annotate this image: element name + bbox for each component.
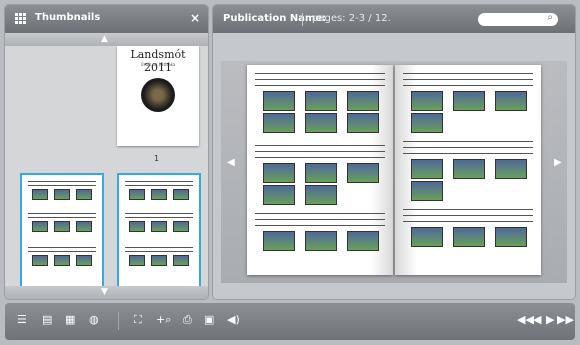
page-icon[interactable]: ▤	[42, 313, 52, 326]
pages-label: pages:	[312, 13, 346, 24]
search-input[interactable]: ⌕	[478, 12, 558, 26]
thumbnails-list: Landsmót 2011 Úrslit og Þátttaka 1	[5, 46, 208, 286]
thumbnail-page-2[interactable]	[20, 173, 104, 286]
scroll-up-button[interactable]: ▲	[5, 33, 208, 46]
thumbnail-table	[125, 247, 193, 271]
thumbnails-icon[interactable]: ▦	[65, 313, 75, 326]
book-area: ◀ ▶	[221, 61, 567, 283]
globe-icon[interactable]: ◍	[89, 313, 99, 326]
save-icon[interactable]: ▣	[204, 313, 214, 326]
thumbnails-panel: Thumbnails × ▲ Landsmót 2011 Úrslit og Þ…	[5, 5, 208, 299]
pages-current: 2-3	[348, 13, 366, 24]
pages-indicator: pages: 2-3 / 12.	[312, 13, 391, 24]
page-number-label: 1	[154, 154, 160, 163]
cover-title: Landsmót 2011	[130, 48, 186, 74]
viewer-header: Publication Name: pages: 2-3 / 12. ⌕	[213, 5, 575, 33]
previous-icon[interactable]: ◀	[533, 313, 541, 326]
print-icon[interactable]: ⎙	[183, 313, 192, 327]
scroll-down-button[interactable]: ▼	[5, 286, 208, 299]
last-icon[interactable]: ▶▶	[557, 313, 574, 326]
next-page-icon[interactable]: ▶	[554, 157, 562, 168]
sound-icon[interactable]: ◀)	[227, 313, 240, 326]
first-icon[interactable]: ◀◀	[517, 313, 534, 326]
fullscreen-icon[interactable]: ⛶	[134, 313, 142, 327]
thumbnail-table	[125, 213, 193, 237]
header-divider	[302, 13, 303, 26]
thumbnails-header: Thumbnails ×	[5, 5, 208, 33]
thumbnails-icon	[15, 13, 26, 24]
thumbnail-table	[28, 213, 96, 237]
cover-seal-image	[141, 78, 175, 112]
viewer-panel: Publication Name: pages: 2-3 / 12. ⌕ ◀ ▶	[213, 5, 575, 299]
cover-subtitle: Úrslit og Þátttaka	[140, 62, 176, 67]
pages-total: 12.	[374, 13, 391, 24]
arrow-down-icon: ▼	[101, 287, 108, 297]
pages-separator: /	[368, 13, 372, 24]
list-icon[interactable]: ☰	[17, 313, 27, 326]
thumbnail-table	[125, 181, 193, 205]
thumbnails-title: Thumbnails	[35, 12, 101, 23]
zoom-in-icon[interactable]: +⌕	[156, 313, 171, 327]
arrow-up-icon: ▲	[101, 34, 108, 44]
next-icon[interactable]: ▶	[546, 313, 554, 326]
publication-name-label: Publication Name:	[223, 13, 327, 24]
close-icon[interactable]: ×	[190, 11, 200, 25]
search-icon[interactable]: ⌕	[547, 12, 553, 23]
thumbnail-table	[28, 247, 96, 271]
bottom-toolbar: ☰ ▤ ▦ ◍ ⛶ +⌕ ⎙ ▣ ◀) ◀◀ ◀ ▶ ▶▶	[5, 303, 575, 340]
prev-page-icon[interactable]: ◀	[227, 157, 235, 168]
book-page-left[interactable]	[247, 65, 393, 275]
thumbnail-page-3[interactable]	[117, 173, 201, 286]
book-page-right[interactable]	[395, 65, 541, 275]
toolbar-divider	[118, 312, 119, 330]
thumbnail-table	[28, 181, 96, 205]
thumbnail-cover[interactable]: Landsmót 2011 Úrslit og Þátttaka	[117, 46, 199, 146]
